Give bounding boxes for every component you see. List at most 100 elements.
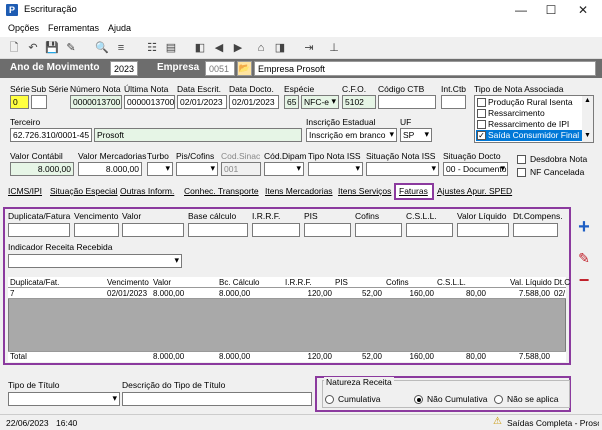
checkbox[interactable]	[477, 120, 486, 129]
tipo-titulo-select[interactable]	[8, 392, 120, 406]
duplicata-field[interactable]	[8, 223, 70, 237]
turbo-select[interactable]	[147, 162, 173, 176]
new-icon[interactable]: 🗋	[6, 40, 22, 56]
data-docto-field[interactable]: 02/01/2023	[229, 95, 279, 109]
cofins-field[interactable]	[355, 223, 402, 237]
csll-field[interactable]	[406, 223, 453, 237]
prev-icon[interactable]: ◀	[211, 40, 227, 56]
tab-situacao-especial[interactable]: Situação Especial	[50, 186, 118, 201]
int-ctb-field[interactable]	[441, 95, 466, 109]
irrf-field[interactable]	[252, 223, 300, 237]
cod-dipam-select[interactable]	[264, 162, 304, 176]
home-icon[interactable]: ⌂	[253, 40, 269, 56]
situacao-iss-select[interactable]	[366, 162, 439, 176]
app-icon: P	[6, 4, 18, 16]
undo-icon[interactable]: ↶	[25, 40, 41, 56]
numero-nota-field[interactable]: 0000013700	[70, 95, 122, 109]
codigo-ctb-field[interactable]	[378, 95, 436, 109]
terceiro-cnpj-field[interactable]: 62.726.310/0001-45	[10, 128, 92, 142]
indicador-receita-select[interactable]	[8, 254, 182, 268]
serie-field[interactable]: 0	[10, 95, 29, 109]
first-icon[interactable]: ◧	[192, 40, 208, 56]
tab-faturas[interactable]: Faturas	[394, 183, 434, 200]
tab-conhec-transporte[interactable]: Conhec. Transporte	[184, 186, 259, 201]
especie-select[interactable]: NFC-e	[301, 95, 339, 109]
list-item-selected[interactable]: ✓ Saída Consumidor Final	[476, 130, 582, 141]
list-item-label: Ressarcimento de IPI	[488, 119, 570, 129]
valor-merc-field[interactable]: 8.000,00	[78, 162, 142, 176]
sub-serie-field[interactable]	[31, 95, 47, 109]
ultima-nota-field[interactable]: 0000013700	[124, 95, 175, 109]
total-val-liquido: 7.588,00	[518, 352, 550, 361]
data-escrit-field[interactable]: 02/01/2023	[177, 95, 227, 109]
situacao-docto-select[interactable]: 00 - Documento regular	[443, 162, 508, 176]
pin-icon[interactable]: ⊥	[326, 40, 342, 56]
especie-code-field[interactable]: 65	[284, 95, 299, 109]
terceiro-name-field[interactable]: Prosoft	[94, 128, 302, 142]
maximize-button[interactable]: ☐	[536, 2, 566, 19]
tab-itens-servicos[interactable]: Itens Serviços	[338, 186, 391, 201]
calc-icon[interactable]: ▤	[163, 40, 179, 56]
menu-ferramentas[interactable]: Ferramentas	[48, 23, 99, 33]
nfe-icon[interactable]: ≡	[113, 40, 129, 56]
radio-nao-se-aplica[interactable]	[494, 395, 503, 404]
dt-compens-field[interactable]	[513, 223, 558, 237]
empresa-code-field[interactable]: 0051	[205, 61, 235, 76]
eraser-icon[interactable]: ✎	[574, 248, 594, 268]
menu-opcoes[interactable]: Opções	[8, 23, 39, 33]
close-button[interactable]: ✕	[568, 2, 598, 19]
preview-icon[interactable]: 🔍	[94, 40, 110, 56]
total-irrf: 120,00	[307, 352, 332, 361]
irrf-label: I.R.R.F.	[252, 211, 281, 221]
remove-icon[interactable]: −	[574, 270, 594, 290]
minimize-button[interactable]: —	[506, 2, 536, 19]
valor-liquido-field[interactable]	[457, 223, 509, 237]
scrollbar[interactable]: ▲ ▼	[582, 96, 593, 142]
tab-ajustes-sped[interactable]: Ajustes Apur. SPED	[437, 186, 512, 201]
tab-icms-ipi[interactable]: ICMS/IPI	[8, 186, 42, 201]
nf-cancelada-checkbox[interactable]	[517, 168, 526, 177]
tab-outras-inform[interactable]: Outras Inform.	[120, 186, 174, 201]
desdobra-checkbox[interactable]	[517, 155, 526, 164]
menu-ajuda[interactable]: Ajuda	[108, 23, 131, 33]
checkbox[interactable]	[477, 98, 486, 107]
pis-cofins-select[interactable]	[176, 162, 218, 176]
radio-cumulativa[interactable]	[325, 395, 334, 404]
grid-header-valor: Valor	[153, 278, 172, 287]
delete-icon[interactable]: ✎	[63, 40, 79, 56]
cod-sinac-field[interactable]: 001	[221, 162, 261, 176]
scroll-down-icon[interactable]: ▼	[584, 132, 591, 139]
cell-irrf: 120,00	[307, 289, 332, 298]
tipo-iss-select[interactable]	[308, 162, 363, 176]
scroll-up-icon[interactable]: ▲	[584, 97, 591, 104]
exit-icon[interactable]: ⇥	[301, 40, 317, 56]
nf-cancelada-label: NF Cancelada	[530, 167, 585, 177]
folder-icon[interactable]: 📂	[237, 61, 252, 76]
tipo-nota-listbox[interactable]: Produção Rural Isenta Ressarcimento Ress…	[474, 95, 594, 143]
tree-icon[interactable]: ☷	[144, 40, 160, 56]
next-icon[interactable]: ▶	[230, 40, 246, 56]
valor-contabil-field[interactable]: 8.000,00	[10, 162, 74, 176]
checkbox[interactable]	[477, 109, 486, 118]
valor-field[interactable]	[122, 223, 184, 237]
save-icon[interactable]: 💾	[44, 40, 60, 56]
last-icon[interactable]: ◨	[272, 40, 288, 56]
duplicata-label: Duplicata/Fatura	[8, 211, 71, 221]
list-item[interactable]: Ressarcimento de IPI	[476, 119, 582, 130]
radio-nao-cumulativa[interactable]	[414, 395, 423, 404]
uf-select[interactable]: SP	[400, 128, 432, 142]
add-icon[interactable]: +	[574, 217, 594, 237]
radio-cumulativa-label: Cumulativa	[338, 394, 381, 404]
list-item[interactable]: Produção Rural Isenta	[476, 97, 582, 108]
cell-valor: 8.000,00	[153, 289, 185, 298]
checkbox-checked[interactable]: ✓	[477, 131, 486, 140]
descricao-titulo-field[interactable]	[122, 392, 312, 406]
cfo-field[interactable]: 5102	[342, 95, 376, 109]
tab-itens-mercadorias[interactable]: Itens Mercadorias	[265, 186, 333, 201]
vencimento-field[interactable]	[74, 223, 119, 237]
list-item[interactable]: Ressarcimento	[476, 108, 582, 119]
base-calculo-field[interactable]	[188, 223, 248, 237]
inscricao-select[interactable]: Inscrição em branco	[306, 128, 397, 142]
year-field[interactable]: 2023	[110, 61, 138, 76]
pis-field[interactable]	[304, 223, 351, 237]
